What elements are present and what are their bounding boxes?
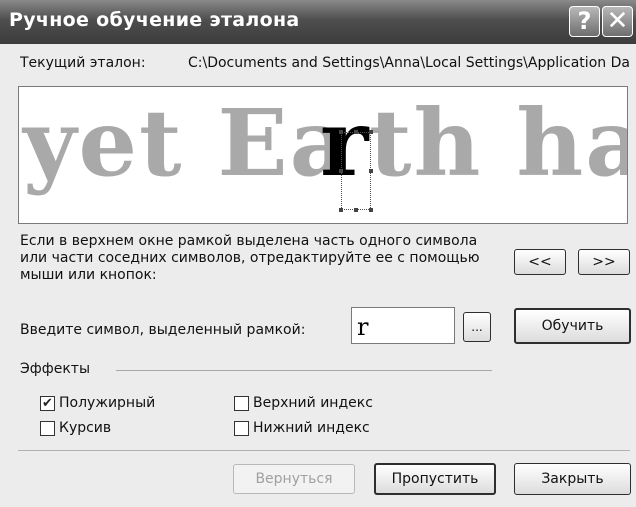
resize-handle[interactable]: [339, 208, 343, 212]
next-button[interactable]: >>: [578, 249, 630, 275]
close-window-button[interactable]: ✕: [602, 6, 633, 37]
resize-handle[interactable]: [369, 208, 373, 212]
preview-text-after: th has: [369, 89, 627, 197]
effects-group-label: Эффекты: [20, 361, 90, 377]
check-icon[interactable]: ✔: [40, 395, 55, 411]
superscript-checkbox[interactable]: Верхний индекс: [234, 395, 373, 411]
resize-handle[interactable]: [369, 169, 373, 173]
checkbox-empty-icon[interactable]: [40, 420, 55, 436]
resize-handle[interactable]: [354, 130, 358, 134]
checkbox-empty-icon[interactable]: [234, 395, 249, 411]
char-input[interactable]: [351, 307, 455, 344]
italic-label: Курсив: [59, 420, 112, 436]
char-input-label: Введите символ, выделенный рамкой:: [20, 322, 306, 338]
resize-handle[interactable]: [339, 130, 343, 134]
footer-divider: [18, 450, 630, 451]
checkbox-empty-icon[interactable]: [234, 420, 249, 436]
italic-checkbox[interactable]: Курсив: [40, 420, 111, 436]
current-template-label: Текущий эталон:: [20, 55, 146, 71]
train-button[interactable]: Обучить: [514, 308, 631, 344]
preview-text-before: yet Ea: [23, 89, 352, 197]
selection-frame[interactable]: [339, 130, 373, 212]
instruction-text: Если в верхнем окне рамкой выделена част…: [20, 233, 480, 283]
resize-handle[interactable]: [339, 169, 343, 173]
previous-button[interactable]: <<: [514, 249, 566, 275]
glyph-preview-panel[interactable]: yet Ea r th has: [18, 86, 628, 224]
help-button[interactable]: ?: [569, 6, 600, 37]
current-template-row: Текущий эталон: C:\Documents and Setting…: [20, 55, 630, 71]
superscript-label: Верхний индекс: [253, 395, 373, 411]
current-template-path: C:\Documents and Settings\Anna\Local Set…: [188, 55, 630, 71]
bold-label: Полужирный: [59, 395, 156, 411]
back-button-disabled: Вернуться: [233, 464, 355, 494]
browse-button[interactable]: ...: [463, 312, 491, 342]
bold-checkbox[interactable]: ✔ Полужирный: [40, 395, 155, 411]
close-button[interactable]: Закрыть: [514, 463, 631, 495]
subscript-checkbox[interactable]: Нижний индекс: [234, 420, 370, 436]
resize-handle[interactable]: [369, 130, 373, 134]
skip-button[interactable]: Пропустить: [374, 463, 496, 495]
dialog-window: Ручное обучение эталона ? ✕ Текущий этал…: [0, 0, 636, 507]
resize-handle[interactable]: [354, 208, 358, 212]
title-bar[interactable]: Ручное обучение эталона ? ✕: [0, 0, 636, 44]
subscript-label: Нижний индекс: [253, 420, 370, 436]
effects-divider: [116, 370, 492, 371]
window-title: Ручное обучение эталона: [9, 9, 300, 31]
